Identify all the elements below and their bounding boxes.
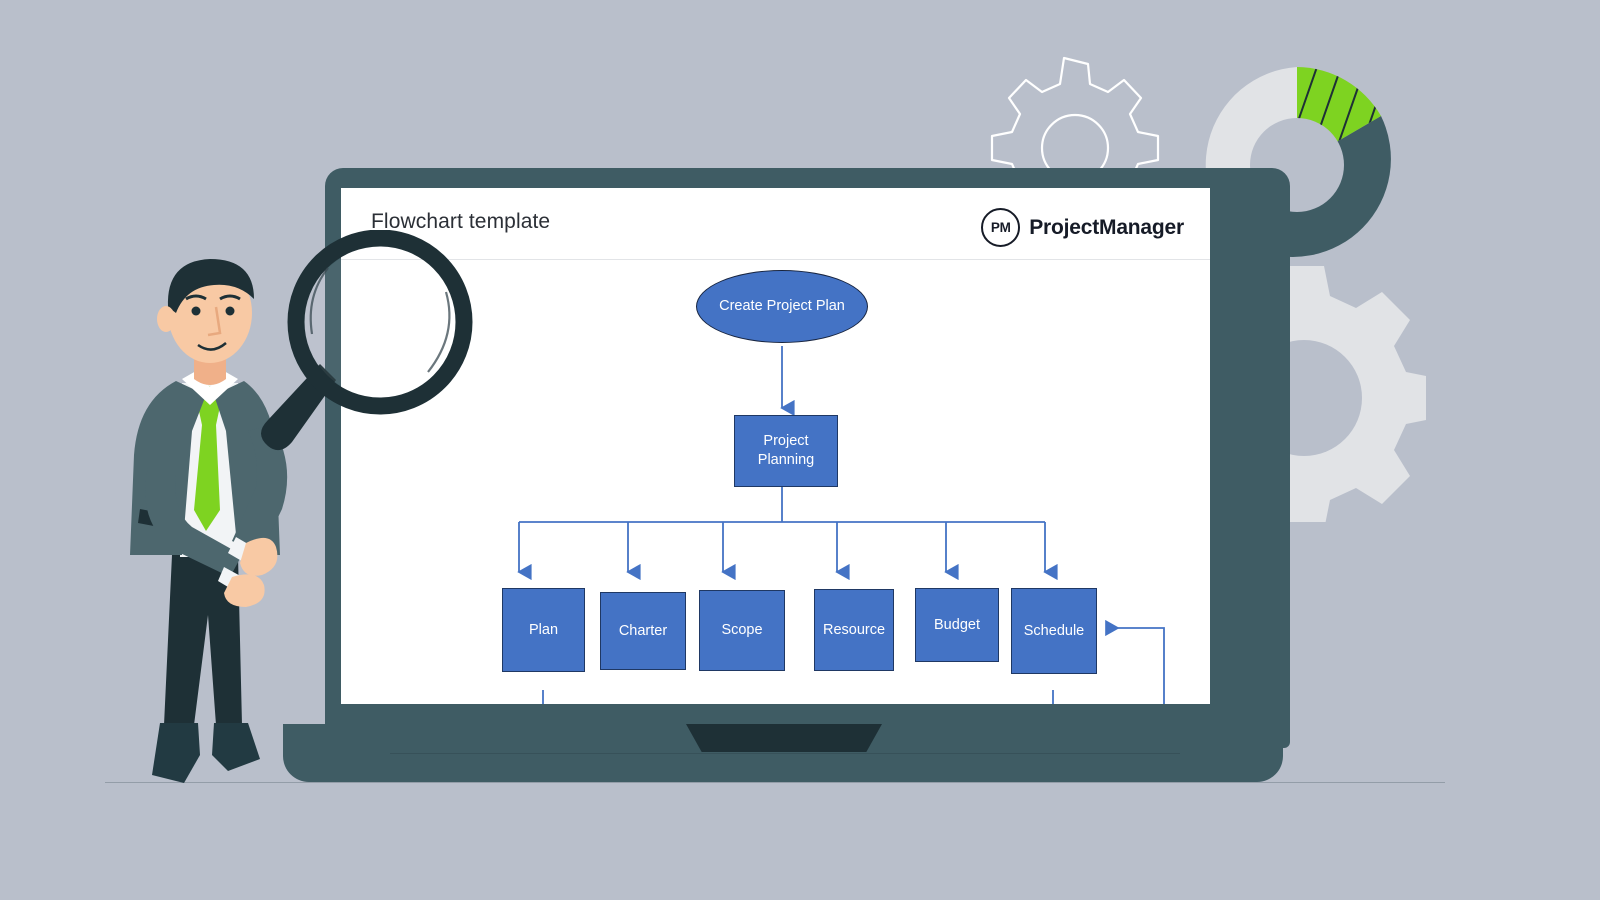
flow-node-schedule[interactable]: Schedule [1011,588,1097,674]
flow-node-label: Create Project Plan [719,298,845,315]
flow-node-resource[interactable]: Resource [814,589,894,671]
flow-node-plan[interactable]: Plan [502,588,585,672]
laptop-base-seam [390,753,1180,754]
flow-node-label: Charter [618,622,668,639]
flow-node-label: Scope [721,622,763,639]
pm-badge-icon: PM [981,208,1021,247]
illustration-stage: Flowchart template PM ProjectManager Cre… [0,0,1600,900]
flow-node-scope[interactable]: Scope [699,590,785,671]
flow-node-label: Resource [822,621,886,638]
flow-node-charter[interactable]: Charter [600,592,686,670]
brand-name: ProjectManager [1029,215,1184,239]
flow-node-label: Budget [934,616,980,633]
flow-node-project-planning[interactable]: Project Planning [734,415,838,487]
magnifying-glass-icon [261,230,473,451]
flow-node-budget[interactable]: Budget [915,588,999,662]
flow-node-label: Project Planning [757,433,815,468]
brand-logo: PM ProjectManager [981,208,1184,247]
flow-node-label: Plan [528,621,559,638]
laptop-notch [686,724,882,752]
flow-node-label: Schedule [1023,622,1085,639]
flow-node-create-project-plan[interactable]: Create Project Plan [696,270,868,343]
